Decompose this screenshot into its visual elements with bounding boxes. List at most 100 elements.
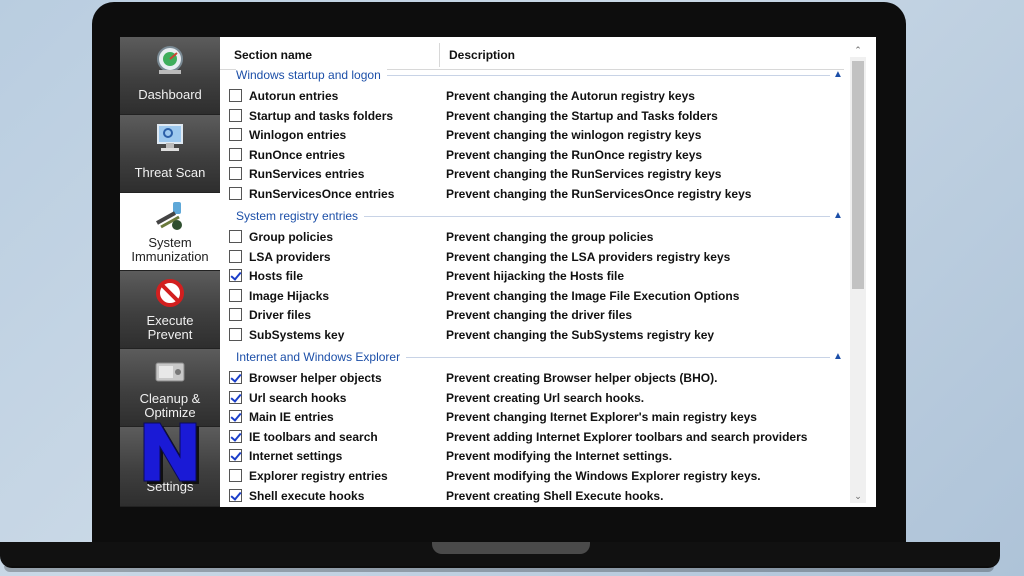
section-title-startup: Windows startup and logon [236, 68, 387, 82]
scrollbar-thumb[interactable] [852, 61, 864, 289]
sidebar-item-dashboard[interactable]: Dashboard [120, 37, 220, 115]
checkbox[interactable] [229, 469, 242, 482]
sidebar-item-label: Cleanup & [139, 391, 201, 406]
checkbox[interactable] [229, 328, 242, 341]
list-item[interactable]: Winlogon entries Prevent changing the win… [220, 127, 844, 146]
checkbox[interactable] [229, 371, 242, 384]
list-item[interactable]: Explorer registry entries Prevent modifyi… [220, 468, 844, 487]
description: Prevent changing the SubSystems registry… [446, 328, 715, 342]
list-item[interactable]: Browser helper objects Prevent creating B… [220, 370, 844, 389]
section-name: Browser helper objects [249, 371, 382, 385]
section-name: RunServices entries [249, 167, 365, 182]
immunization-panel: Section name Description Windows startup… [220, 37, 876, 507]
checkbox[interactable] [229, 108, 242, 122]
list-item[interactable]: LSA providers Prevent changing the LSA pr… [220, 249, 844, 268]
laptop-shadow [4, 566, 994, 572]
list-item[interactable]: SubSystems key Prevent changing the SubSy… [220, 327, 844, 346]
list-item[interactable]: Driver files Prevent changing the driver … [220, 307, 844, 326]
chevron-up-icon[interactable]: ▲ [832, 210, 844, 222]
list-item[interactable]: Url search hooks Prevent creating Url sea… [220, 390, 844, 409]
section-name: Explorer registry entries [249, 469, 388, 483]
checkbox[interactable] [229, 288, 242, 302]
list-item[interactable]: Internet settings Prevent modifying the I… [220, 448, 844, 467]
checkbox[interactable] [229, 410, 242, 424]
table-header: Section name Description [220, 39, 844, 70]
section-name: Hosts file [249, 269, 304, 284]
section-name: Group policies [249, 230, 334, 244]
app-window: Dashboard Threat Scan System Immunizatio… [120, 37, 876, 507]
n-logo-overlay [143, 422, 199, 484]
description: Prevent changing the winlogon registry k… [446, 128, 702, 143]
scroll-up-arrow-icon[interactable]: ⌃ [850, 43, 866, 57]
column-divider[interactable] [439, 43, 440, 67]
sidebar-item-system-immunization[interactable]: System Immunization [120, 193, 220, 271]
scroll-down-arrow-icon[interactable]: ⌄ [850, 489, 866, 503]
section-name: RunServicesOnce entries [249, 187, 395, 201]
description: Prevent hijacking the Hosts file [446, 269, 625, 284]
laptop-notch [432, 542, 590, 554]
list-item[interactable]: Group policies Prevent changing the group… [220, 229, 844, 248]
section-name: RunOnce entries [249, 147, 346, 162]
description: Prevent adding Internet Explorer toolbar… [446, 429, 808, 444]
list-item[interactable]: IE toolbars and search Prevent adding Int… [220, 429, 844, 448]
section-name: Winlogon entries [249, 128, 347, 143]
section-name: Main IE entries [249, 410, 334, 425]
sidebar-item-label: Execute [146, 313, 194, 328]
list-item[interactable]: RunServicesOnce entries Prevent changing … [220, 186, 844, 205]
no-entry-icon [153, 277, 187, 311]
checkbox[interactable] [229, 167, 242, 181]
list-item[interactable]: Image Hijacks Prevent changing the Image … [220, 288, 844, 307]
description: Prevent changing the RunOnce registry ke… [446, 147, 703, 162]
section-name: IE toolbars and search [249, 429, 378, 444]
section-name: Shell execute hooks [249, 488, 365, 503]
list-item[interactable]: Startup and tasks folders Prevent changin… [220, 108, 844, 127]
description: Prevent modifying the Windows Explorer r… [446, 469, 761, 483]
checkbox[interactable] [229, 147, 242, 161]
checkbox[interactable] [229, 390, 242, 404]
dashboard-icon [153, 43, 187, 77]
list-item[interactable]: Shell execute hooks Prevent creating Shel… [220, 488, 844, 507]
section-title-registry: System registry entries [236, 209, 365, 223]
chevron-up-icon[interactable]: ▲ [832, 351, 844, 363]
list-item[interactable]: Main IE entries Prevent changing Iternet … [220, 409, 844, 428]
description: Prevent changing the Image File Executio… [446, 288, 740, 303]
list-item[interactable]: RunOnce entries Prevent changing the RunO… [220, 147, 844, 166]
section-name: LSA providers [249, 249, 331, 264]
description: Prevent creating Browser helper objects … [446, 371, 718, 385]
checkbox[interactable] [229, 249, 242, 263]
checkbox[interactable] [229, 488, 242, 502]
checkbox[interactable] [229, 187, 242, 200]
description: Prevent modifying the Internet settings. [446, 449, 673, 464]
list-item[interactable]: Hosts file Prevent hijacking the Hosts fi… [220, 268, 844, 287]
checkbox[interactable] [229, 89, 242, 102]
column-header-description[interactable]: Description [449, 48, 515, 62]
sidebar-item-cleanup-optimize[interactable]: Cleanup & Optimize [120, 349, 220, 427]
sidebar-item-label: Dashboard [138, 87, 202, 102]
sidebar-item-threat-scan[interactable]: Threat Scan [120, 115, 220, 193]
checkbox[interactable] [229, 128, 242, 142]
section-name: Autorun entries [249, 89, 339, 103]
checkbox[interactable] [229, 230, 242, 243]
description: Prevent changing Iternet Explorer's main… [446, 410, 757, 425]
section-title-internet: Internet and Windows Explorer [236, 350, 407, 364]
list-item[interactable]: RunServices entries Prevent changing the … [220, 166, 844, 185]
checkbox[interactable] [229, 429, 242, 443]
sidebar-item-label: Threat Scan [134, 165, 206, 180]
description: Prevent changing the RunServicesOnce reg… [446, 187, 752, 201]
description: Prevent changing the group policies [446, 230, 654, 244]
checkbox[interactable] [229, 308, 242, 322]
list-item[interactable]: Autorun entries Prevent changing the Auto… [220, 88, 844, 107]
description: Prevent changing the Startup and Tasks f… [446, 108, 718, 123]
sidebar-item-label: Optimize [144, 405, 196, 420]
threat-scan-icon [153, 121, 187, 155]
checkbox[interactable] [229, 449, 242, 463]
sidebar: Dashboard Threat Scan System Immunizatio… [120, 37, 220, 507]
description: Prevent changing the RunServices registr… [446, 167, 722, 182]
sidebar-item-execute-prevent[interactable]: Execute Prevent [120, 271, 220, 349]
sidebar-item-label: Prevent [147, 327, 193, 342]
checkbox[interactable] [229, 269, 242, 283]
chevron-up-icon[interactable]: ▲ [832, 69, 844, 81]
description: Prevent changing the Autorun registry ke… [446, 89, 695, 103]
column-header-section-name[interactable]: Section name [234, 48, 312, 62]
cleanup-icon [153, 355, 187, 389]
